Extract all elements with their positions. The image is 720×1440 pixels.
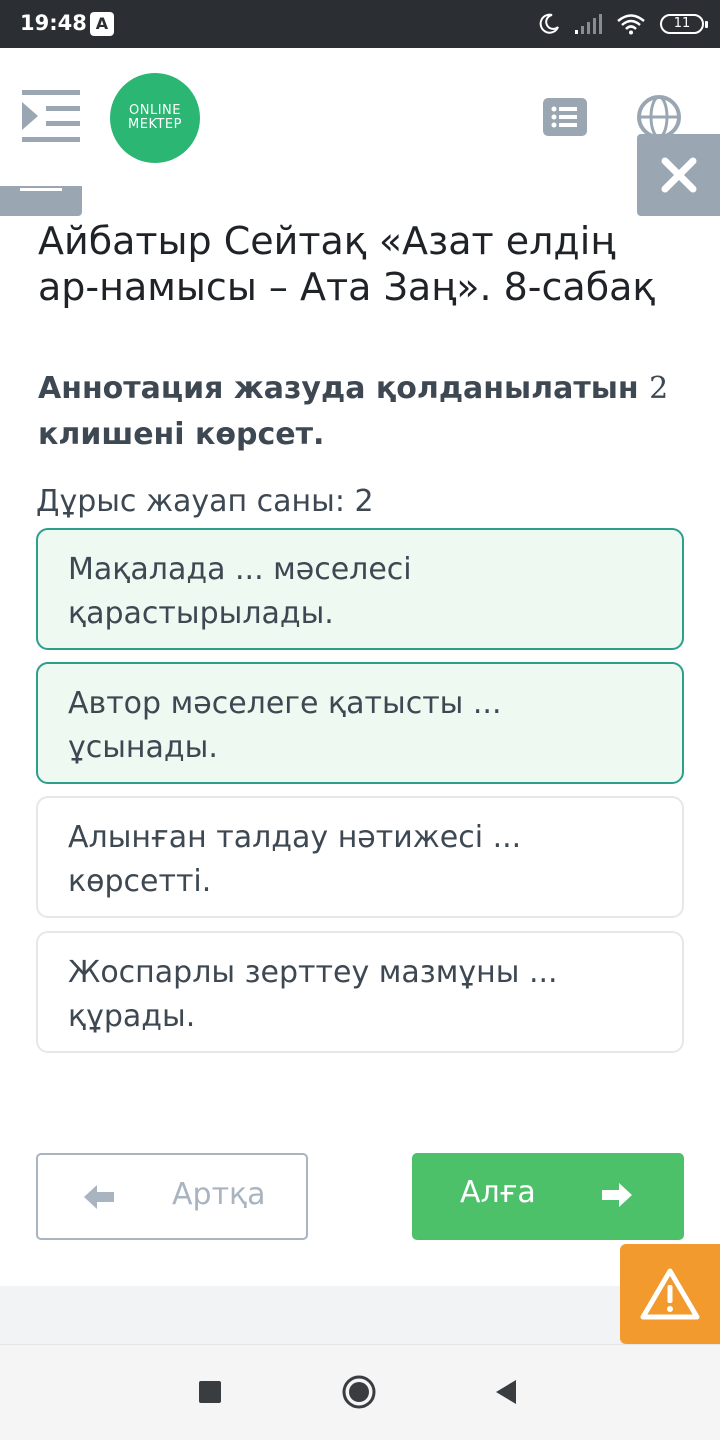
list-glyph-icon: [551, 106, 577, 128]
report-problem-button[interactable]: [620, 1244, 720, 1344]
wifi-icon: [617, 14, 645, 35]
home-icon[interactable]: [342, 1375, 376, 1409]
app-notification-icon: A: [90, 12, 114, 36]
answer-option-4[interactable]: Жоспарлы зерттеу мазмұны ... құрады.: [36, 931, 684, 1053]
next-button-label: Алға: [460, 1175, 536, 1210]
status-time: 19:48: [20, 11, 87, 35]
warning-icon: [640, 1268, 700, 1320]
arrow-left-icon: [84, 1185, 114, 1209]
answer-option-3[interactable]: Алынған талдау нәтижесі ... көрсетті.: [36, 796, 684, 918]
close-icon: [661, 157, 696, 193]
question-number: 2: [649, 371, 669, 406]
moon-icon: [539, 13, 559, 34]
back-button-label: Артқа: [172, 1177, 266, 1212]
logo-text-line1: ONLINE: [129, 103, 181, 119]
recent-apps-icon[interactable]: [199, 1381, 221, 1403]
system-navigation-bar: [0, 1344, 720, 1440]
question-text-before: Аннотация жазуда қолданылатын: [38, 371, 650, 406]
answer-option-1[interactable]: Мақалада ... мәселесі қарастырылады.: [36, 528, 684, 650]
online-mektep-logo[interactable]: ONLINE MEKTEP: [110, 73, 200, 163]
lesson-card: ONLINE MEKTEP Айбатыр Сейтақ «Азат елдің…: [0, 48, 720, 1286]
logo-text-line2: MEKTEP: [128, 117, 182, 132]
question-text-after: клишені көрсет.: [38, 417, 325, 452]
next-button[interactable]: Алға: [412, 1153, 684, 1240]
panel-tab[interactable]: [0, 186, 82, 216]
battery-level: 11: [673, 16, 691, 31]
answer-option-text: Автор мәселеге қатысты ... ұсынады.: [68, 686, 502, 765]
status-bar: 19:48 A 11: [0, 0, 720, 48]
correct-answers-count: Дұрыс жауап саны: 2: [36, 484, 374, 519]
back-triangle-icon[interactable]: [494, 1378, 518, 1406]
list-icon[interactable]: [543, 98, 587, 136]
lesson-title: Айбатыр Сейтақ «Азат елдің ар-намысы – А…: [38, 219, 656, 309]
answer-option-text: Алынған талдау нәтижесі ... көрсетті.: [68, 820, 522, 899]
arrow-right-icon: [602, 1183, 632, 1207]
answer-option-text: Мақалада ... мәселесі қарастырылады.: [68, 552, 412, 631]
back-button[interactable]: Артқа: [36, 1153, 308, 1240]
answer-option-2[interactable]: Автор мәселеге қатысты ... ұсынады.: [36, 662, 684, 784]
battery-icon: 11: [660, 14, 708, 34]
answer-option-text: Жоспарлы зерттеу мазмұны ... құрады.: [68, 955, 558, 1034]
menu-collapse-icon[interactable]: [22, 88, 82, 144]
signal-icon: [575, 14, 602, 34]
question-text: Аннотация жазуда қолданылатын 2 клишені …: [38, 366, 688, 458]
status-icons: 11: [538, 10, 708, 38]
close-button[interactable]: [637, 134, 720, 216]
